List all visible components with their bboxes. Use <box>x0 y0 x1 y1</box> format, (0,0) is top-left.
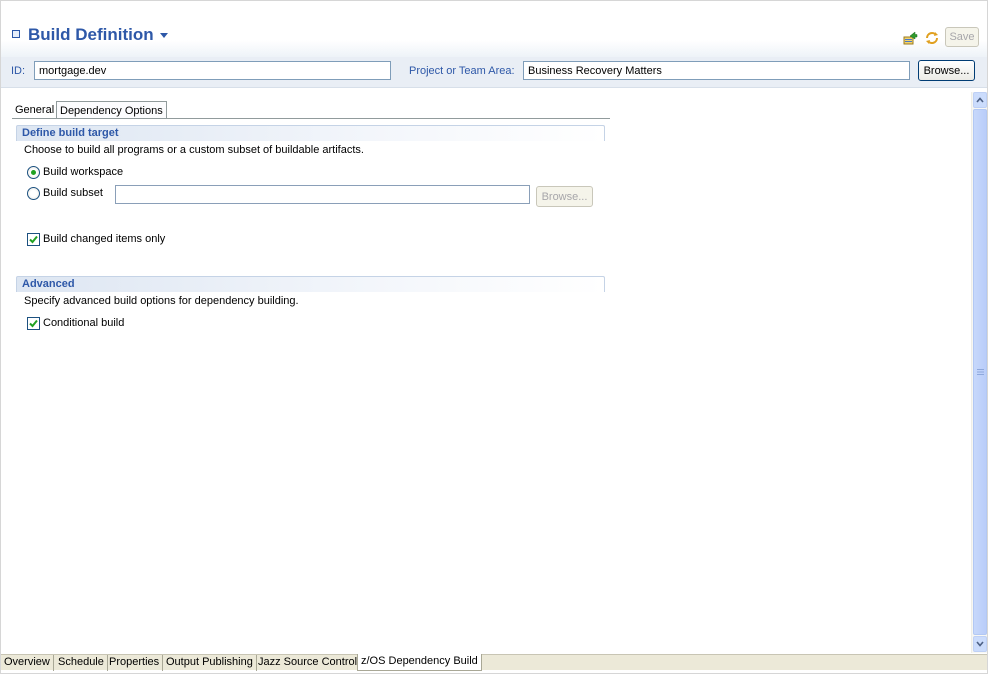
scroll-up-arrow-icon[interactable] <box>973 92 987 108</box>
form-icon <box>12 30 20 38</box>
build-subset-label: Build subset <box>43 187 103 199</box>
tab-dependency-options[interactable]: Dependency Options <box>56 101 167 119</box>
conditional-build-label: Conditional build <box>43 317 125 329</box>
submit-build-icon[interactable] <box>901 29 919 47</box>
advanced-section-title[interactable]: Advanced <box>16 276 605 292</box>
page-tab-overview[interactable]: Overview <box>1 655 54 671</box>
project-area-field[interactable]: Business Recovery Matters <box>523 61 910 80</box>
page-title: Build Definition <box>28 25 154 44</box>
define-target-description: Choose to build all programs or a custom… <box>24 144 364 156</box>
build-workspace-option[interactable]: Build workspace <box>27 165 123 179</box>
page-tab-zos-dependency-build[interactable]: z/OS Dependency Build <box>357 654 482 671</box>
define-target-section-title[interactable]: Define build target <box>16 125 605 141</box>
conditional-build-option[interactable]: Conditional build <box>27 316 124 330</box>
tab-divider <box>12 118 610 119</box>
id-bar: ID: mortgage.dev Project or Team Area: B… <box>1 57 987 88</box>
editor-page-tabs: Overview Schedule Properties Output Publ… <box>1 654 987 671</box>
page-tab-schedule[interactable]: Schedule <box>55 655 108 671</box>
form-header: Build Definition Save <box>1 1 987 57</box>
build-changed-only-label: Build changed items only <box>43 233 166 245</box>
id-field[interactable]: mortgage.dev <box>34 61 391 80</box>
scroll-thumb[interactable] <box>973 109 987 635</box>
scroll-down-arrow-icon[interactable] <box>973 636 987 652</box>
advanced-description: Specify advanced build options for depen… <box>24 295 299 307</box>
build-changed-only-option[interactable]: Build changed items only <box>27 232 165 246</box>
page-tab-jazz-source-control[interactable]: Jazz Source Control <box>255 655 362 671</box>
page-tab-properties[interactable]: Properties <box>106 655 164 671</box>
vertical-scrollbar[interactable] <box>971 92 987 653</box>
build-subset-field[interactable] <box>115 185 530 204</box>
title-menu-icon[interactable] <box>160 33 168 38</box>
project-area-label: Project or Team Area: <box>409 65 515 77</box>
page-tab-output-publishing[interactable]: Output Publishing <box>163 655 257 671</box>
build-workspace-label: Build workspace <box>43 166 124 178</box>
refresh-icon[interactable] <box>923 29 941 47</box>
save-button[interactable]: Save <box>945 27 979 47</box>
build-workspace-radio[interactable] <box>27 165 40 179</box>
id-label: ID: <box>11 65 26 77</box>
tab-general[interactable]: General <box>12 101 57 119</box>
build-subset-radio[interactable] <box>27 186 40 200</box>
build-changed-only-checkbox[interactable] <box>27 232 40 246</box>
conditional-build-checkbox[interactable] <box>27 316 40 330</box>
project-area-browse-button[interactable]: Browse... <box>918 60 975 81</box>
build-subset-browse-button[interactable]: Browse... <box>536 186 593 207</box>
build-subset-option[interactable]: Build subset <box>27 186 103 200</box>
